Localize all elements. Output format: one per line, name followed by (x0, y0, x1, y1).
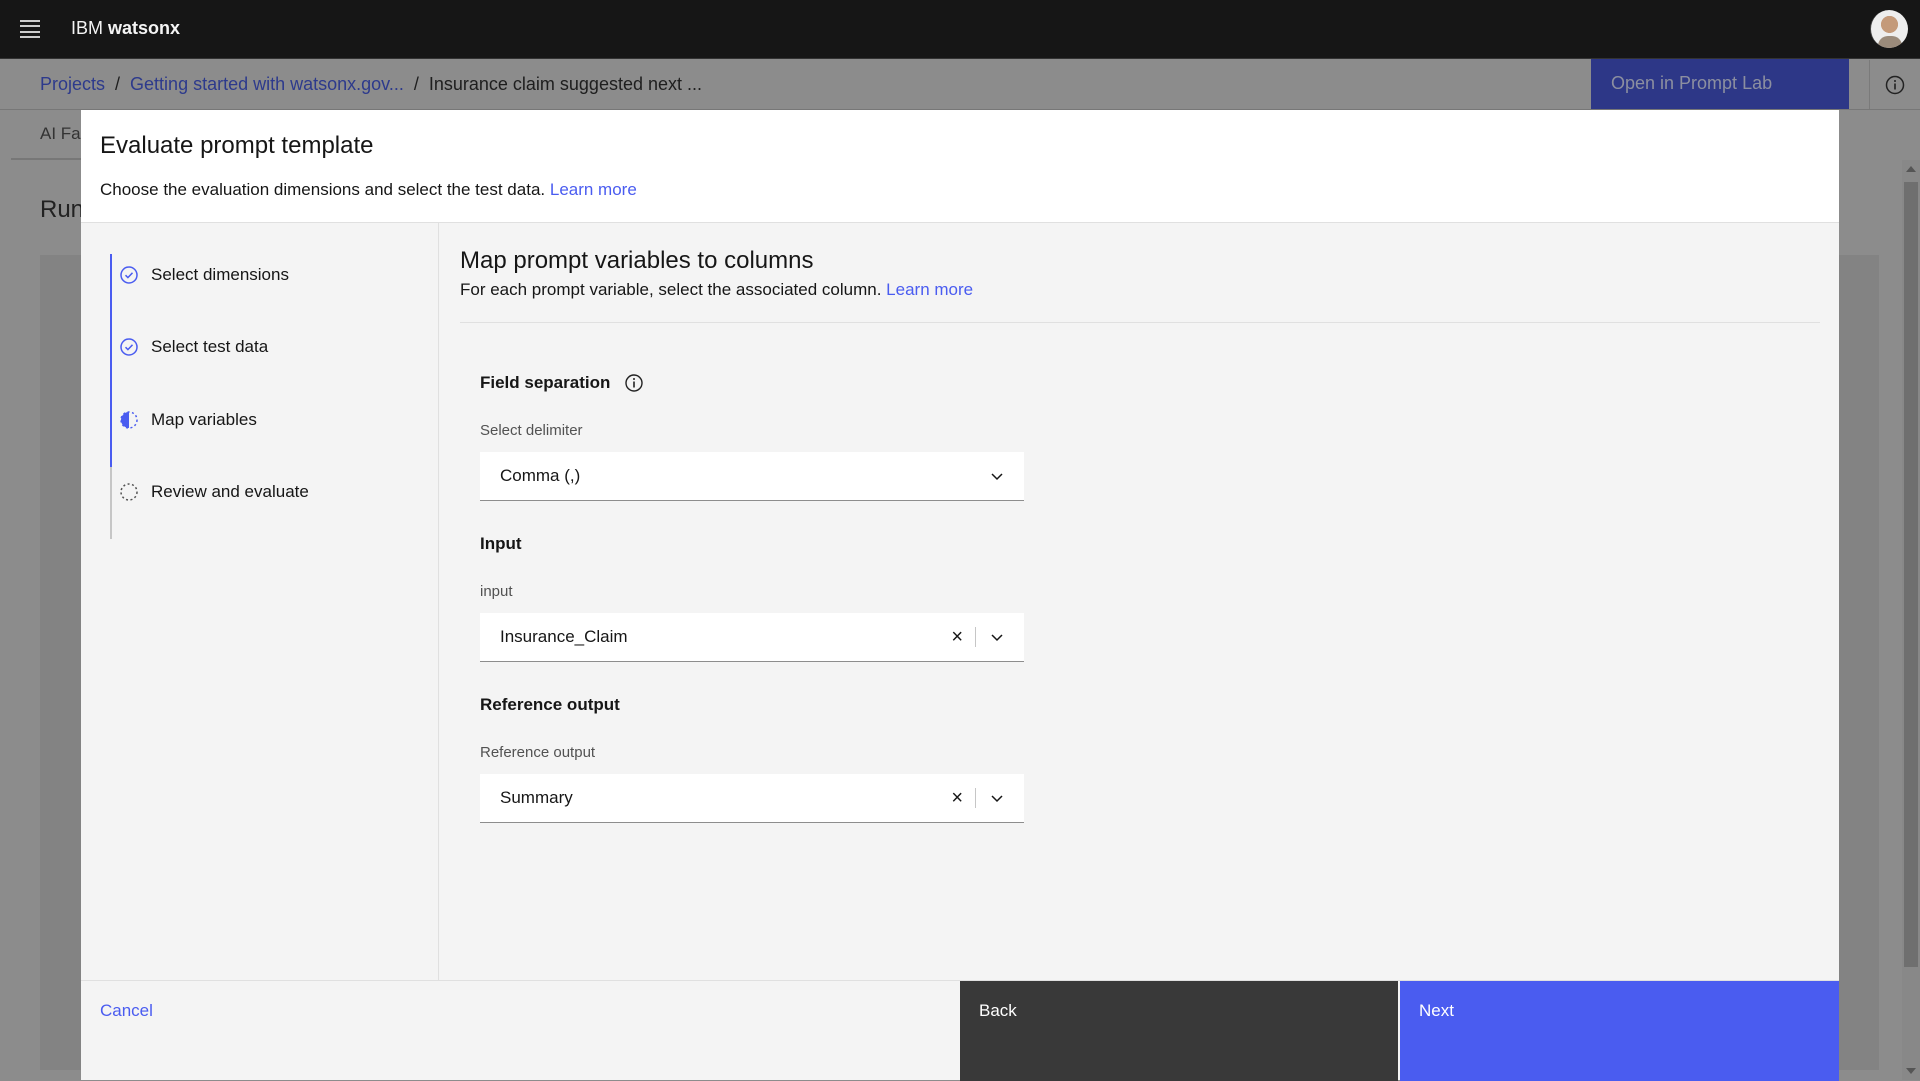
content-subtitle: For each prompt variable, select the ass… (460, 280, 973, 300)
breadcrumb: Projects / Getting started with watsonx.go… (40, 74, 702, 95)
cancel-button[interactable]: Cancel (100, 1001, 153, 1021)
content-title: Map prompt variables to columns (460, 247, 814, 274)
breadcrumb-separator: / (413, 74, 419, 94)
open-in-prompt-lab-button[interactable]: Open in Prompt Lab (1591, 59, 1849, 109)
field-separation-heading: Field separation (480, 373, 644, 393)
background-heading: Run (40, 196, 85, 223)
checkmark-circle-icon (120, 266, 138, 284)
progress-line-pending (110, 467, 112, 539)
learn-more-link[interactable]: Learn more (550, 180, 637, 199)
breadcrumb-separator: / (115, 74, 121, 94)
modal-footer: Cancel Back Next (81, 980, 1839, 1081)
input-heading: Input (480, 534, 522, 553)
background-panel (40, 255, 81, 1070)
checkmark-circle-icon (120, 338, 138, 356)
subtitle-text: Choose the evaluation dimensions and sel… (100, 180, 546, 199)
scrollbar-thumb[interactable] (1904, 182, 1918, 967)
step-review-and-evaluate[interactable]: Review and evaluate (119, 482, 309, 502)
step-label: Select dimensions (151, 265, 289, 284)
menu-icon[interactable] (20, 20, 40, 38)
content-subtitle-text: For each prompt variable, select the ass… (460, 280, 882, 299)
dropdown-value: Comma (,) (500, 466, 581, 485)
delimiter-label: Select delimiter (480, 422, 583, 439)
back-button[interactable]: Back (960, 981, 1398, 1081)
clear-icon[interactable]: × (951, 626, 963, 649)
step-select-test-data[interactable]: Select test data (119, 337, 268, 357)
modal-title: Evaluate prompt template (100, 132, 374, 159)
input-label: input (480, 583, 513, 600)
chevron-down-icon (991, 473, 1003, 481)
dropdown-value: Insurance_Claim (500, 627, 628, 646)
chevron-down-icon (991, 795, 1003, 803)
page-scrollbar[interactable] (1902, 160, 1920, 1080)
evaluate-modal: Evaluate prompt template Choose the eval… (81, 110, 1839, 1081)
learn-more-link[interactable]: Learn more (886, 280, 973, 299)
breadcrumb-current: Insurance claim suggested next ... (428, 74, 703, 94)
step-label: Map variables (151, 410, 257, 429)
map-variables-content: Map prompt variables to columns For each… (460, 223, 1839, 980)
background-panel (1839, 255, 1879, 1070)
modal-subtitle: Choose the evaluation dimensions and sel… (100, 180, 1820, 200)
half-circle-current-icon (120, 411, 138, 429)
reference-output-dropdown[interactable]: Summary × (480, 774, 1024, 823)
next-button[interactable]: Next (1400, 981, 1839, 1081)
breadcrumb-project[interactable]: Getting started with watsonx.gov... (130, 74, 404, 94)
brand-name: watsonx (108, 18, 181, 38)
modal-header: Evaluate prompt template Choose the eval… (81, 110, 1839, 223)
delimiter-dropdown[interactable]: Comma (,) (480, 452, 1024, 501)
divider (975, 788, 976, 808)
input-column-dropdown[interactable]: Insurance_Claim × (480, 613, 1024, 662)
reference-output-heading: Reference output (480, 695, 620, 714)
chevron-down-icon (991, 634, 1003, 642)
progress-steps: Select dimensions Select test data Map v… (81, 223, 439, 980)
info-icon (1885, 75, 1905, 94)
dashed-circle-icon (120, 483, 138, 501)
step-label: Review and evaluate (151, 482, 309, 501)
dropdown-value: Summary (500, 788, 573, 807)
section-heading: Field separation (480, 373, 611, 392)
step-select-dimensions[interactable]: Select dimensions (119, 265, 289, 285)
clear-icon[interactable]: × (951, 787, 963, 810)
top-nav-bar: IBM watsonx (0, 0, 1920, 59)
progress-line (110, 254, 112, 467)
reference-output-label: Reference output (480, 744, 596, 761)
divider (460, 322, 1820, 323)
step-map-variables[interactable]: Map variables (119, 410, 257, 430)
breadcrumb-projects[interactable]: Projects (40, 74, 105, 94)
avatar[interactable] (1870, 10, 1908, 48)
background-tab: AI Fa (40, 124, 81, 143)
info-icon[interactable] (624, 373, 644, 393)
brand-prefix: IBM (71, 18, 104, 38)
scroll-up-icon[interactable] (1906, 166, 1916, 172)
brand[interactable]: IBM watsonx (71, 18, 180, 39)
scroll-down-icon[interactable] (1906, 1068, 1916, 1074)
info-button[interactable] (1869, 60, 1920, 109)
divider (975, 627, 976, 647)
step-label: Select test data (151, 337, 269, 356)
tab-underline (11, 158, 81, 160)
